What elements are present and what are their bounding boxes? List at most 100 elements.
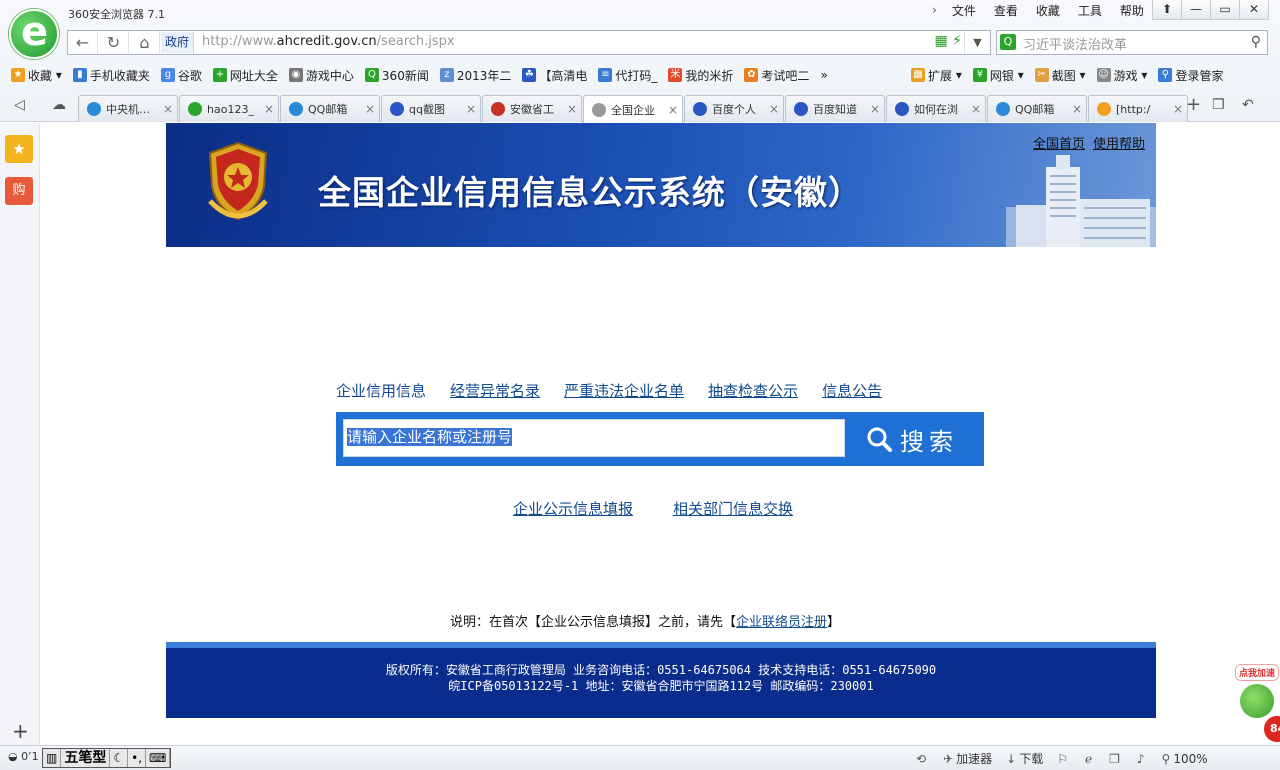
url-input[interactable]: http://www.ahcredit.gov.cn/search.jspx <box>202 34 455 49</box>
bookmark-2013[interactable]: z 2013年二 <box>439 67 511 84</box>
download-icon: ↓ <box>1006 751 1017 766</box>
skin-button[interactable]: ⬆ <box>1152 0 1182 20</box>
bookmark-hao[interactable]: + 网址大全 <box>212 67 278 84</box>
close-tab-icon[interactable]: × <box>163 102 173 116</box>
browser-search-input[interactable]: 习近平谈法治改革 <box>1023 34 1127 53</box>
status-item-7[interactable]: ⚲ 100% <box>1162 752 1208 766</box>
refresh-icon[interactable]: ↻ <box>99 31 129 54</box>
nav-enterprise-credit[interactable]: 企业信用信息 <box>336 380 426 401</box>
tab-list-icon[interactable]: ❐ <box>1212 97 1225 113</box>
status-item-1[interactable]: ✈ 加速器 <box>943 750 992 767</box>
bookmark-hd[interactable]: ☘ 【高清电 <box>522 67 587 84</box>
contact-register-link[interactable]: 企业联络员注册 <box>736 615 827 630</box>
ime-keyboard-icon[interactable]: ⌨ <box>146 749 171 767</box>
maximize-button[interactable]: ▭ <box>1210 0 1240 20</box>
menu-help[interactable]: 帮助 <box>1111 3 1153 19</box>
nav-illegal-list[interactable]: 严重违法企业名单 <box>564 380 684 401</box>
close-window-button[interactable]: ✕ <box>1239 0 1269 20</box>
close-tab-icon[interactable]: × <box>668 103 678 117</box>
memory-badge[interactable]: 84 <box>1262 714 1280 744</box>
search-icon[interactable]: ⚲ <box>1251 34 1261 50</box>
bookmark-news[interactable]: Q 360新闻 <box>364 67 429 84</box>
disclosure-fill-link[interactable]: 企业公示信息填报 <box>513 498 633 519</box>
screenshot-button[interactable]: ✂ 截图 ▾ <box>1034 67 1086 84</box>
close-tab-icon[interactable]: × <box>870 102 880 116</box>
enterprise-search-input[interactable]: 请输入企业名称或注册号 <box>343 419 845 457</box>
menu-view[interactable]: 查看 <box>985 3 1027 19</box>
close-tab-icon[interactable]: × <box>466 102 476 116</box>
tab-0[interactable]: 中央机… × <box>78 95 178 122</box>
close-tab-icon[interactable]: × <box>1072 102 1082 116</box>
back-icon[interactable]: ← <box>68 31 98 54</box>
extensions-button[interactable]: ▦ 扩展 ▾ <box>911 67 962 84</box>
tab-10[interactable]: [http:/ × <box>1088 95 1188 122</box>
cloud-icon[interactable]: ☁ <box>52 97 66 113</box>
security-speed-icon[interactable]: ▦ ⚡ <box>934 33 962 49</box>
close-tab-icon[interactable]: × <box>365 102 375 116</box>
bookmark-google[interactable]: g 谷歌 <box>160 67 202 84</box>
ime-mode[interactable]: 五笔型 <box>61 749 111 767</box>
browser-search-bar[interactable]: Q 习近平谈法治改革 ⚲ <box>996 30 1268 55</box>
menu-tools[interactable]: 工具 <box>1069 3 1111 19</box>
home-icon[interactable]: ⌂ <box>130 31 160 54</box>
status-item-4[interactable]: ℯ <box>1085 752 1095 766</box>
tab-6[interactable]: 百度个人 × <box>684 95 784 122</box>
bookmark-exam[interactable]: ✿ 考试吧二 <box>744 67 809 84</box>
tab-4[interactable]: 安徽省工 × <box>482 95 582 122</box>
national-home-link[interactable]: 全国首页 <box>1033 133 1085 152</box>
nav-abnormal-list[interactable]: 经营异常名录 <box>450 380 540 401</box>
game-button[interactable]: ☺ 游戏 ▾ <box>1096 67 1147 84</box>
ime-logo-icon[interactable]: ▥ <box>43 749 62 767</box>
undo-close-icon[interactable]: ↶ <box>1242 97 1254 113</box>
bookmarks-more-icon[interactable]: » <box>820 68 827 82</box>
browser-logo-icon[interactable] <box>9 9 59 59</box>
address-bar[interactable]: ← ↻ ⌂ 政府 http://www.ahcredit.gov.cn/sear… <box>67 30 991 55</box>
chevron-right-icon[interactable]: › <box>932 3 943 19</box>
status-item-6[interactable]: ♪ <box>1137 752 1148 766</box>
shopping-icon[interactable]: 购 <box>5 177 33 205</box>
tab-5[interactable]: 全国企业 × <box>583 95 683 123</box>
ime-punct-icon[interactable]: •, <box>128 749 147 767</box>
bookmark-mizhe[interactable]: 米我的米折 <box>668 67 733 84</box>
accelerator-widget[interactable]: 点我加速 84 <box>1232 662 1280 744</box>
status-item-0[interactable]: ⟲ <box>916 752 929 766</box>
bank-button[interactable]: ¥ 网银 ▾ <box>972 67 1024 84</box>
status-item-2[interactable]: ↓ 下载 <box>1006 750 1043 767</box>
tab-8[interactable]: 如何在浏 × <box>886 95 986 122</box>
search-button[interactable]: 搜索 <box>866 422 958 456</box>
chevron-down-icon[interactable]: ▼ <box>964 31 990 54</box>
status-item-5[interactable]: ❐ <box>1109 752 1123 766</box>
nav-inspection[interactable]: 抽查检查公示 <box>708 380 798 401</box>
close-tab-icon[interactable]: × <box>1173 102 1183 116</box>
building-illustration-icon <box>1006 155 1156 247</box>
status-item-3[interactable]: ⚐ <box>1057 752 1071 766</box>
menu-file[interactable]: 文件 <box>943 3 985 19</box>
tab-9[interactable]: QQ邮箱 × <box>987 95 1087 122</box>
accelerate-bubble[interactable]: 点我加速 <box>1235 664 1280 681</box>
close-tab-icon[interactable]: × <box>769 102 779 116</box>
search-engine-icon[interactable]: Q <box>1000 34 1016 50</box>
login-manager-button[interactable]: ⚲ 登录管家 <box>1158 67 1223 84</box>
bookmark-code[interactable]: ≡ 代打码_ <box>598 67 657 84</box>
ime-moon-icon[interactable]: ☾ <box>110 749 129 767</box>
bookmark-favorites[interactable]: ★ 收藏 ▾ <box>11 67 62 84</box>
sidebar-add-icon[interactable]: + <box>12 719 29 743</box>
bookmark-games[interactable]: ◉ 游戏中心 <box>288 67 354 84</box>
help-link[interactable]: 使用帮助 <box>1093 133 1145 152</box>
tab-3[interactable]: qq截图 × <box>381 95 481 122</box>
minimize-button[interactable]: — <box>1181 0 1211 20</box>
menu-favorites[interactable]: 收藏 <box>1027 3 1069 19</box>
bookmark-mobile[interactable]: ▮ 手机收藏夹 <box>72 67 150 84</box>
new-tab-icon[interactable]: + <box>1186 94 1201 115</box>
nav-announcement[interactable]: 信息公告 <box>822 380 882 401</box>
close-tab-icon[interactable]: × <box>264 102 274 116</box>
close-tab-icon[interactable]: × <box>971 102 981 116</box>
favorites-star-icon[interactable]: ★ <box>5 135 33 163</box>
tab-7[interactable]: 百度知道 × <box>785 95 885 122</box>
ime-toolbar[interactable]: ▥ 五笔型 ☾ •, ⌨ <box>42 748 172 768</box>
close-tab-icon[interactable]: × <box>567 102 577 116</box>
tab-scroll-left-icon[interactable]: ◁ <box>14 97 25 113</box>
tab-2[interactable]: QQ邮箱 × <box>280 95 380 122</box>
department-exchange-link[interactable]: 相关部门信息交换 <box>673 498 793 519</box>
tab-1[interactable]: hao123_ × <box>179 95 279 122</box>
